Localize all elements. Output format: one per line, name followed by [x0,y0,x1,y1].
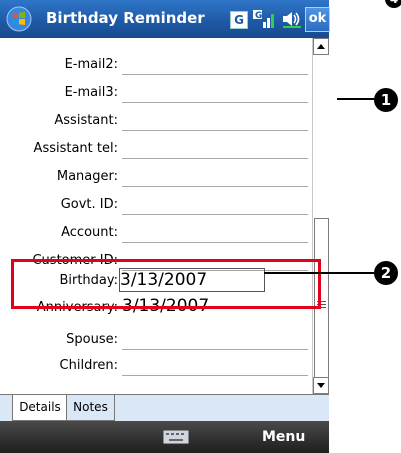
callout-leader-line [264,272,375,274]
speaker-icon[interactable] [281,9,303,29]
scroll-up-button[interactable] [313,38,329,55]
field-row-govt-id: Govt. ID: [0,192,312,220]
field-label: Account: [61,225,118,240]
callout-number-1: 1 [374,88,398,112]
field-row-email3: E-mail3: [0,80,312,108]
field-row-assistant-tel: Assistant tel: [0,136,312,164]
arrow-up-icon [317,44,325,49]
signal-strength-icon[interactable]: G [253,8,277,30]
email3-field[interactable] [122,80,308,103]
gprs-g-icon[interactable]: G [230,11,248,29]
assistant-field[interactable] [122,108,308,131]
app-title: Birthday Reminder [46,9,205,27]
title-bar: Birthday Reminder G G ok [0,0,330,38]
tab-notes[interactable]: Notes [66,395,115,421]
field-label: Children: [59,358,118,373]
ok-button[interactable]: ok [305,7,330,32]
tab-strip: Details Notes [0,394,329,422]
field-label: Govt. ID: [60,197,118,212]
field-row-spouse: Spouse: [0,327,312,355]
field-row-manager: Manager: [0,164,312,192]
callout-number-4: 4 [385,0,401,8]
email2-field[interactable] [122,52,308,75]
arrow-down-icon [317,383,325,388]
windows-flag-icon[interactable] [6,6,32,32]
field-row-email2: E-mail2: [0,52,312,80]
svg-text:G: G [255,11,262,21]
tab-details[interactable]: Details [12,395,68,421]
callout-leader-line [337,98,375,100]
field-row-children: Children: [0,353,312,381]
field-label: E-mail3: [64,85,118,100]
vertical-scrollbar[interactable] [312,38,330,394]
field-label: E-mail2: [64,57,118,72]
field-row-assistant: Assistant: [0,108,312,136]
field-label: Spouse: [66,332,118,347]
children-field[interactable] [122,353,308,376]
assistant-tel-field[interactable] [122,136,308,159]
field-label: Assistant: [54,113,118,128]
menu-button[interactable]: Menu [262,429,305,445]
contact-details-form: E-mail2: E-mail3: Assistant: Assistant t… [0,38,312,394]
field-label: Assistant tel: [33,141,118,156]
highlight-box [11,259,321,309]
account-field[interactable] [122,220,308,243]
menu-bar: Menu [0,421,329,453]
field-label: Manager: [56,169,118,184]
keyboard-icon[interactable] [163,430,189,444]
scroll-down-button[interactable] [313,377,329,394]
field-row-account: Account: [0,220,312,248]
spouse-field[interactable] [122,327,308,350]
govt-id-field[interactable] [122,192,308,215]
callout-number-2: 2 [374,261,398,285]
manager-field[interactable] [122,164,308,187]
